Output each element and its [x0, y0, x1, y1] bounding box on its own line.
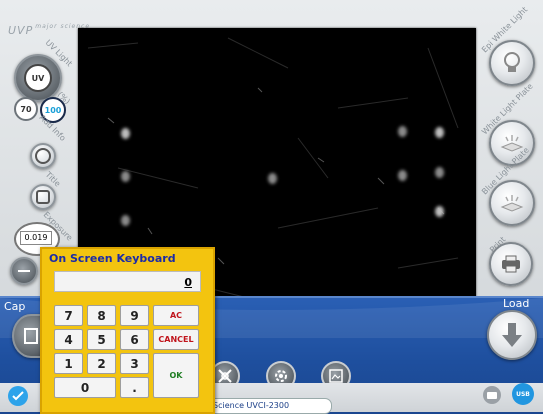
key-0[interactable]: 0 [54, 377, 116, 398]
brand-name: UVP [8, 24, 34, 37]
band-spot [121, 171, 130, 182]
band-spot [121, 128, 130, 139]
camera-icon [24, 328, 38, 344]
key-7[interactable]: 7 [54, 305, 83, 326]
bulb-icon [504, 52, 520, 72]
plate-icon [500, 195, 524, 212]
add-info-button[interactable] [30, 143, 56, 169]
key-ac[interactable]: AC [153, 305, 199, 326]
exposure-value[interactable]: 0.019 [20, 231, 52, 245]
key-3[interactable]: 3 [120, 353, 149, 374]
key-8[interactable]: 8 [87, 305, 116, 326]
band-spot [435, 167, 444, 178]
key-ok[interactable]: OK [153, 353, 199, 398]
key-1[interactable]: 1 [54, 353, 83, 374]
title-icon [36, 190, 50, 204]
confirm-check-button[interactable] [8, 386, 28, 406]
cross-tools-icon [218, 369, 232, 383]
key-5[interactable]: 5 [87, 329, 116, 350]
band-spot [268, 173, 277, 184]
blue-light-plate-button[interactable] [489, 180, 535, 226]
key-6[interactable]: 6 [120, 329, 149, 350]
printer-icon [502, 255, 520, 273]
load-button[interactable] [487, 310, 537, 360]
minus-icon [18, 270, 30, 272]
uv-light-button[interactable]: UV [14, 54, 62, 102]
keyboard-display: 0 [54, 271, 201, 292]
printer-small-icon [487, 391, 497, 399]
band-spot [435, 206, 444, 217]
title-button[interactable] [30, 184, 56, 210]
band-spot [121, 215, 130, 226]
uv-icon: UV [24, 64, 52, 92]
capture-label: Cap [4, 300, 26, 313]
band-spot [398, 170, 407, 181]
download-arrow-icon [502, 323, 522, 347]
key-cancel[interactable]: CANCEL [153, 329, 199, 350]
print-small-button[interactable] [483, 386, 501, 404]
exposure-minus-button[interactable] [10, 257, 38, 285]
print-button[interactable] [489, 242, 533, 286]
check-icon [12, 391, 24, 401]
image-icon [329, 369, 343, 383]
keyboard-title: On Screen Keyboard [49, 252, 176, 265]
key-dot[interactable]: . [120, 377, 149, 398]
band-spot [435, 127, 444, 138]
key-4[interactable]: 4 [54, 329, 83, 350]
intensity-70-button[interactable]: 70 [14, 97, 38, 121]
usb-button[interactable]: USB [512, 383, 534, 405]
on-screen-keyboard: On Screen Keyboard 0 7 8 9 AC 4 5 6 CANC… [40, 247, 215, 414]
gear-icon [275, 370, 287, 382]
band-spot [398, 126, 407, 137]
load-label: Load [503, 297, 530, 310]
usb-icon: USB [516, 390, 530, 398]
info-icon [35, 148, 51, 164]
key-9[interactable]: 9 [120, 305, 149, 326]
epi-white-light-button[interactable] [489, 40, 535, 86]
key-2[interactable]: 2 [87, 353, 116, 374]
